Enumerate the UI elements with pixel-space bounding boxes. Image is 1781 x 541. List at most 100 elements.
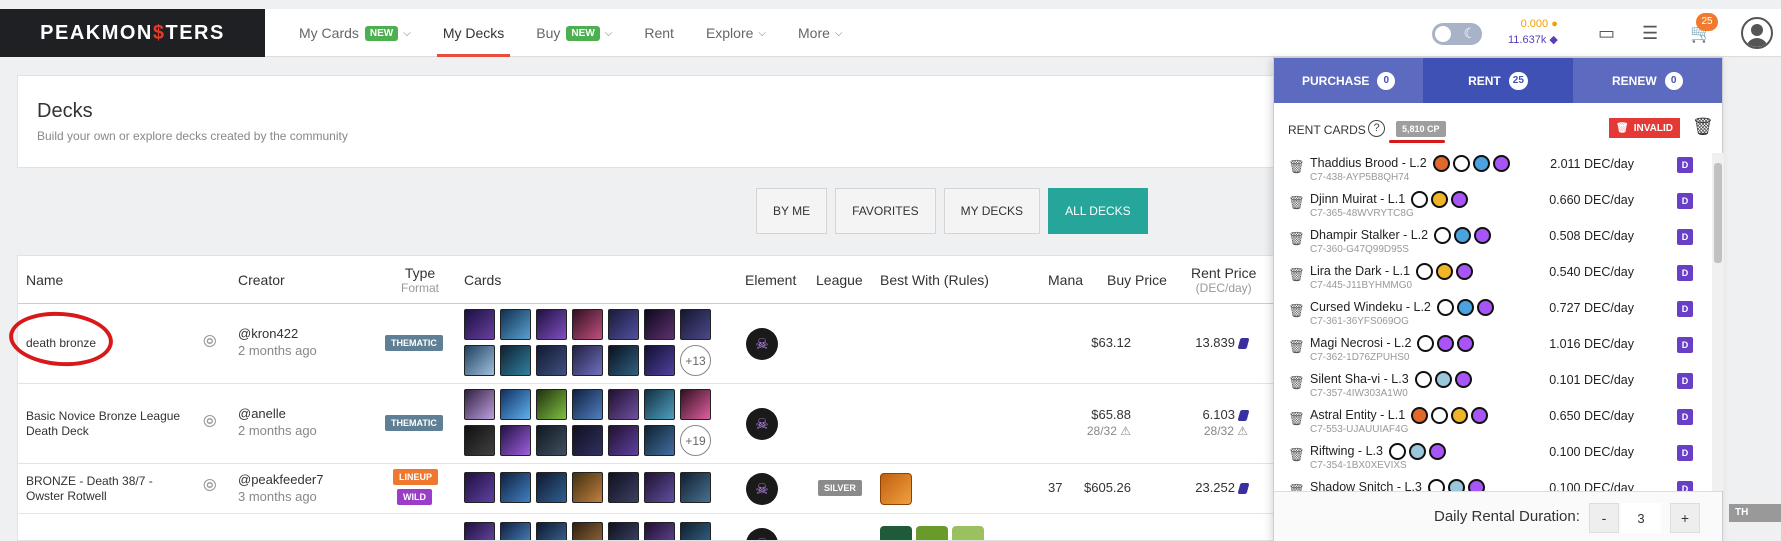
- duration-input[interactable]: 3: [1621, 503, 1661, 533]
- ruleset-icon[interactable]: [952, 526, 984, 540]
- invalid-button[interactable]: 🗑 INVALID: [1609, 118, 1680, 138]
- card-name[interactable]: Cursed Windeku - L.2: [1310, 300, 1431, 314]
- card-thumb[interactable]: [680, 472, 711, 503]
- rent-card-item[interactable]: 🗑 Magi Necrosi - L.2 C7-362-1D76ZPUHS0 1.01…: [1274, 333, 1714, 369]
- card-thumb[interactable]: [500, 309, 531, 340]
- table-row[interactable]: BRONZE - Death 38/7 - Owster Rotwell ⦾ @…: [18, 464, 1276, 514]
- rent-card-item[interactable]: 🗑 Thaddius Brood - L.2 C7-438-AYP5B8QH74 2.…: [1274, 153, 1714, 189]
- trash-icon[interactable]: 🗑: [1288, 159, 1305, 175]
- card-thumb[interactable]: [680, 389, 711, 420]
- card-thumb[interactable]: [644, 522, 675, 540]
- col-element[interactable]: Element: [745, 256, 796, 303]
- card-thumb[interactable]: [572, 472, 603, 503]
- nav-buy[interactable]: Buy NEW ⌵: [520, 9, 628, 57]
- delegate-button[interactable]: D: [1677, 373, 1693, 389]
- card-thumb[interactable]: [536, 389, 567, 420]
- clear-cart-icon[interactable]: 🗑: [1692, 117, 1714, 137]
- col-mana[interactable]: Mana: [1048, 256, 1083, 303]
- delegate-button[interactable]: D: [1677, 265, 1693, 281]
- delegate-button[interactable]: D: [1677, 229, 1693, 245]
- scrollbar[interactable]: [1712, 153, 1724, 491]
- card-name[interactable]: Silent Sha-vi - L.3: [1310, 372, 1409, 386]
- card-thumb[interactable]: [572, 425, 603, 456]
- duration-minus-button[interactable]: -: [1589, 503, 1619, 533]
- filter-favorites[interactable]: FAVORITES: [835, 188, 936, 234]
- duration-plus-button[interactable]: +: [1670, 503, 1700, 533]
- delegate-button[interactable]: D: [1677, 445, 1693, 461]
- deck-name[interactable]: BRONZE - Death 38/7 - Owster Rotwell: [26, 474, 176, 504]
- share-icon[interactable]: ⦾: [203, 412, 217, 432]
- nav-explore[interactable]: Explore ⌵: [690, 9, 782, 57]
- delegate-button[interactable]: D: [1677, 409, 1693, 425]
- trash-icon[interactable]: 🗑: [1288, 483, 1305, 491]
- delegate-button[interactable]: D: [1677, 157, 1693, 173]
- rent-card-item[interactable]: 🗑 Lira the Dark - L.1 C7-445-J11BYHMMG0 0.5…: [1274, 261, 1714, 297]
- col-name[interactable]: Name: [26, 256, 63, 303]
- table-row[interactable]: Basic Novice Bronze League Death Deck ⦾ …: [18, 384, 1276, 464]
- more-cards-count[interactable]: +13: [680, 345, 711, 376]
- rent-card-item[interactable]: 🗑 Djinn Muirat - L.1 C7-365-48WVRYTC8G 0.66…: [1274, 189, 1714, 225]
- card-thumb[interactable]: [572, 389, 603, 420]
- card-thumb[interactable]: [464, 472, 495, 503]
- rent-card-item[interactable]: 🗑 Astral Entity - L.1 C7-553-UJAUUIAF4G 0.6…: [1274, 405, 1714, 441]
- peakmonsters-logo[interactable]: PEAKMON $ TERS: [0, 9, 265, 57]
- layers-icon[interactable]: ☰: [1642, 23, 1658, 44]
- card-thumb[interactable]: [536, 522, 567, 540]
- trash-icon[interactable]: 🗑: [1288, 231, 1305, 247]
- ruleset-icon[interactable]: [880, 473, 912, 505]
- card-thumb[interactable]: [464, 345, 495, 376]
- card-name[interactable]: Shadow Snitch - L.3: [1310, 480, 1422, 491]
- card-thumb[interactable]: [644, 425, 675, 456]
- delegate-button[interactable]: D: [1677, 481, 1693, 491]
- deck-name[interactable]: Basic Novice Bronze League Death Deck: [26, 409, 196, 439]
- theme-toggle[interactable]: ☾: [1432, 23, 1482, 45]
- ruleset-icon[interactable]: [880, 526, 912, 540]
- card-thumb[interactable]: [500, 472, 531, 503]
- card-thumb[interactable]: [536, 425, 567, 456]
- trash-icon[interactable]: 🗑: [1288, 411, 1305, 427]
- trash-icon[interactable]: 🗑: [1288, 303, 1305, 319]
- rent-card-item[interactable]: 🗑 Riftwing - L.3 C7-354-1BX0XEVIXS 0.100 DE…: [1274, 441, 1714, 477]
- col-buy-price[interactable]: Buy Price: [1107, 256, 1167, 303]
- nav-more[interactable]: More ⌵: [782, 9, 859, 57]
- card-thumb[interactable]: [644, 472, 675, 503]
- card-thumb[interactable]: [464, 522, 495, 540]
- card-thumb[interactable]: [536, 309, 567, 340]
- question-icon[interactable]: ?: [1368, 120, 1385, 137]
- trash-icon[interactable]: 🗑: [1288, 339, 1305, 355]
- delegate-button[interactable]: D: [1677, 337, 1693, 353]
- card-name[interactable]: Astral Entity - L.1: [1310, 408, 1405, 422]
- table-row[interactable]: ☠: [18, 514, 1276, 540]
- card-name[interactable]: Thaddius Brood - L.2: [1310, 156, 1427, 170]
- share-icon[interactable]: ⦾: [203, 332, 217, 352]
- col-rent-price[interactable]: Rent Price (DEC/day): [1191, 256, 1256, 303]
- card-thumb[interactable]: [500, 425, 531, 456]
- edge-tab[interactable]: TH: [1729, 504, 1781, 522]
- card-thumb[interactable]: [500, 522, 531, 540]
- filter-all-decks[interactable]: ALL DECKS: [1048, 188, 1148, 234]
- col-league[interactable]: League: [816, 256, 863, 303]
- trash-icon[interactable]: 🗑: [1288, 447, 1305, 463]
- card-thumb[interactable]: [500, 389, 531, 420]
- inbox-icon[interactable]: ▭: [1598, 23, 1615, 44]
- avatar[interactable]: [1741, 17, 1773, 49]
- trash-icon[interactable]: 🗑: [1288, 375, 1305, 391]
- card-thumb[interactable]: [608, 389, 639, 420]
- tab-rent[interactable]: RENT 25: [1423, 58, 1573, 103]
- card-thumb[interactable]: [536, 345, 567, 376]
- rent-card-item[interactable]: 🗑 Silent Sha-vi - L.3 C7-357-4IW303A1W0 0.1…: [1274, 369, 1714, 405]
- card-name[interactable]: Dhampir Stalker - L.2: [1310, 228, 1428, 242]
- card-name[interactable]: Lira the Dark - L.1: [1310, 264, 1410, 278]
- card-thumb[interactable]: [572, 522, 603, 540]
- rent-card-item[interactable]: 🗑 Dhampir Stalker - L.2 C7-360-G47Q99D95S 0…: [1274, 225, 1714, 261]
- card-name[interactable]: Magi Necrosi - L.2: [1310, 336, 1411, 350]
- deck-creator[interactable]: @kron422: [238, 326, 298, 341]
- card-thumb[interactable]: [644, 389, 675, 420]
- balance-display[interactable]: 0.000 ● 11.637k ◆: [1508, 16, 1558, 48]
- tab-purchase[interactable]: PURCHASE 0: [1274, 58, 1424, 103]
- tab-renew[interactable]: RENEW 0: [1572, 58, 1722, 103]
- ruleset-icon[interactable]: [916, 526, 948, 540]
- card-thumb[interactable]: [500, 345, 531, 376]
- table-row[interactable]: death bronze ⦾ @kron422 2 months ago THE…: [18, 304, 1276, 384]
- card-thumb[interactable]: [608, 345, 639, 376]
